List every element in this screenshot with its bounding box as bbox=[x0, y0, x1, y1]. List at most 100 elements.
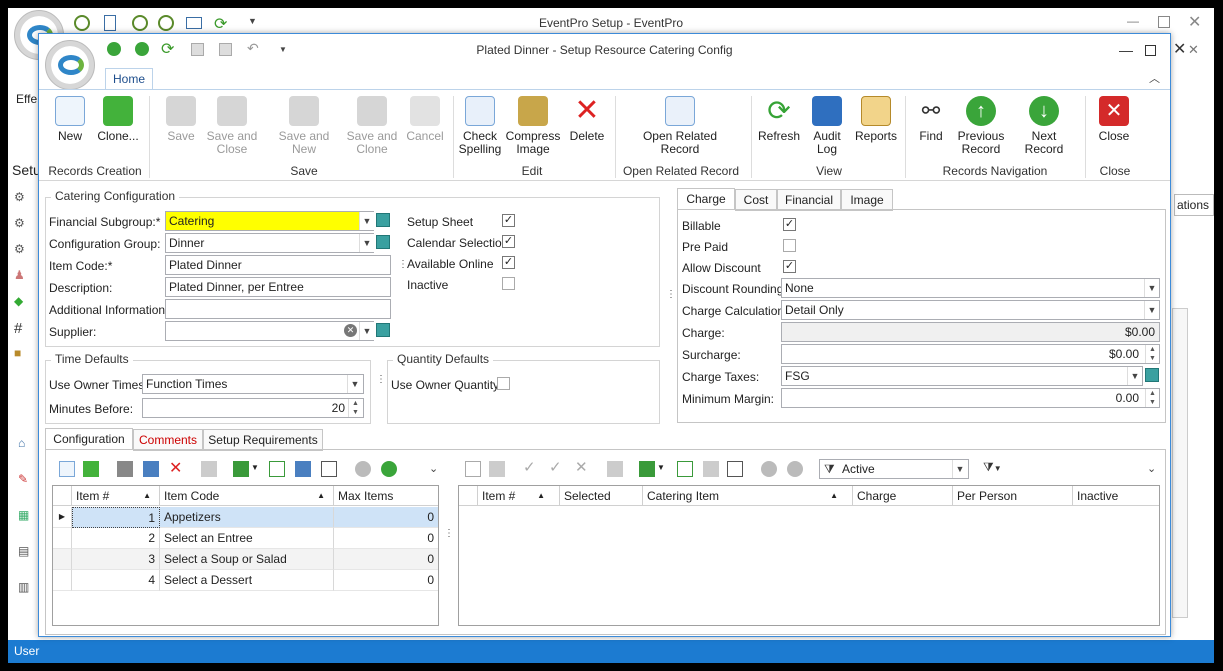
items-deselect-icon[interactable]: ✓ bbox=[549, 458, 562, 476]
item-code-field[interactable]: Plated Dinner bbox=[165, 255, 391, 275]
previous-record-button[interactable]: ↑ Previous Record bbox=[955, 96, 1007, 156]
qat-mail-icon[interactable] bbox=[186, 17, 202, 29]
grid-up-icon[interactable] bbox=[355, 461, 371, 477]
outer-side-icon-1[interactable]: ⚙ bbox=[14, 190, 25, 204]
tab-financial[interactable]: Financial bbox=[777, 189, 841, 211]
items-export-icon[interactable] bbox=[677, 461, 693, 477]
grid-clone-icon[interactable] bbox=[83, 461, 99, 477]
grid-columns-icon[interactable] bbox=[233, 461, 249, 477]
config-group-dropdown[interactable]: ▼ bbox=[359, 234, 374, 252]
tab-cost[interactable]: Cost bbox=[735, 189, 777, 211]
table-row[interactable]: 4 Select a Dessert 0 bbox=[53, 570, 438, 591]
qat-undo-icon[interactable]: ↶ bbox=[247, 40, 259, 57]
cancel-button[interactable]: Cancel bbox=[403, 96, 447, 143]
grid-print-icon[interactable] bbox=[201, 461, 217, 477]
column-header-item-code[interactable]: Item Code ▲ bbox=[160, 486, 334, 506]
use-owner-times-dropdown[interactable]: ▼ bbox=[347, 375, 362, 393]
outer-side-icon-4[interactable]: ♟ bbox=[14, 268, 25, 282]
items-delete-icon[interactable]: ✕ bbox=[575, 458, 588, 476]
table-row[interactable]: 2 Select an Entree 0 bbox=[53, 528, 438, 549]
grid-view-icon[interactable] bbox=[143, 461, 159, 477]
qat-down-icon[interactable] bbox=[135, 42, 149, 56]
items-layout-icon[interactable] bbox=[727, 461, 743, 477]
column-header-per-person[interactable]: Per Person bbox=[953, 486, 1073, 506]
qat-document-icon[interactable] bbox=[104, 15, 116, 31]
tab-charge[interactable]: Charge bbox=[677, 188, 735, 210]
charge-taxes-edit-icon[interactable] bbox=[1145, 368, 1159, 382]
surcharge-field[interactable]: $0.00 bbox=[781, 344, 1160, 364]
outer-truck-icon[interactable]: ▤ bbox=[18, 544, 29, 558]
supplier-field[interactable] bbox=[165, 321, 374, 341]
column-header-selected[interactable]: Selected bbox=[560, 486, 643, 506]
financial-subgroup-dropdown[interactable]: ▼ bbox=[359, 212, 374, 230]
save-button[interactable]: Save bbox=[159, 96, 203, 143]
items-new-icon[interactable] bbox=[465, 461, 481, 477]
financial-subgroup-field[interactable]: Catering bbox=[165, 211, 374, 231]
items-phone-icon[interactable] bbox=[703, 461, 719, 477]
qat-save-icon[interactable] bbox=[191, 43, 204, 56]
outer-minimize-button[interactable]: — bbox=[1126, 14, 1140, 28]
filter-dropdown[interactable]: ▼ bbox=[952, 460, 967, 478]
items-clone-icon[interactable] bbox=[489, 461, 505, 477]
maximize-button[interactable] bbox=[1145, 45, 1156, 56]
discount-rounding-field[interactable]: None bbox=[781, 278, 1160, 298]
outer-report-icon[interactable]: ▥ bbox=[18, 580, 29, 594]
compress-image-button[interactable]: Compress Image bbox=[505, 96, 561, 156]
column-header-charge[interactable]: Charge bbox=[853, 486, 953, 506]
table-row[interactable]: ▶ 1 Appetizers 0 bbox=[53, 507, 438, 528]
outer-hash-icon[interactable]: # bbox=[14, 320, 22, 337]
grid-layout-icon[interactable] bbox=[321, 461, 337, 477]
table-row[interactable]: 3 Select a Soup or Salad 0 bbox=[53, 549, 438, 570]
billable-checkbox[interactable]: ✓ bbox=[783, 218, 796, 231]
available-online-checkbox[interactable]: ✓ bbox=[502, 256, 515, 269]
surcharge-spinner[interactable]: ▲ ▼ bbox=[1145, 345, 1159, 363]
check-spelling-button[interactable]: Check Spelling bbox=[457, 96, 503, 156]
tab-comments[interactable]: Comments bbox=[133, 429, 203, 451]
additional-info-field[interactable] bbox=[165, 299, 391, 319]
save-and-new-button[interactable]: Save and New bbox=[265, 96, 343, 156]
qat-saveclose-icon[interactable] bbox=[219, 43, 232, 56]
items-print-icon[interactable] bbox=[607, 461, 623, 477]
qat-refresh2-icon[interactable]: ⟳ bbox=[161, 39, 174, 59]
splitter-handle-3[interactable]: ⋮ bbox=[666, 290, 676, 300]
outer-side-icon-3[interactable]: ⚙ bbox=[14, 242, 25, 256]
discount-rounding-dropdown[interactable]: ▼ bbox=[1144, 279, 1159, 297]
tab-configuration[interactable]: Configuration bbox=[45, 428, 133, 450]
use-owner-times-field[interactable]: Function Times bbox=[142, 374, 364, 394]
outer-pin-icon[interactable]: ✎ bbox=[18, 472, 28, 486]
setup-sheet-checkbox[interactable]: ✓ bbox=[502, 214, 515, 227]
items-more-icon[interactable]: ⌄ bbox=[1147, 462, 1156, 475]
items-columns-icon[interactable] bbox=[639, 461, 655, 477]
charge-taxes-field[interactable]: FSG bbox=[781, 366, 1143, 386]
next-record-button[interactable]: ↓ Next Record bbox=[1011, 96, 1077, 156]
minutes-before-field[interactable]: 20 bbox=[142, 398, 364, 418]
filter-select[interactable]: ⧩ Active bbox=[819, 459, 969, 479]
items-down-icon[interactable] bbox=[787, 461, 803, 477]
save-and-clone-button[interactable]: Save and Clone bbox=[345, 96, 399, 156]
calendar-selection-checkbox[interactable]: ✓ bbox=[502, 235, 515, 248]
grid-columns-dropdown[interactable]: ▼ bbox=[251, 463, 259, 472]
grid-more-icon[interactable]: ⌄ bbox=[429, 462, 438, 475]
ribbon-collapse-icon[interactable]: ︿ bbox=[1149, 70, 1160, 86]
close-button[interactable]: ✕ Close bbox=[1091, 96, 1137, 143]
grid-calc-icon[interactable] bbox=[117, 461, 133, 477]
minimum-margin-field[interactable]: 0.00 bbox=[781, 388, 1160, 408]
outer-close-button[interactable]: ✕ bbox=[1188, 12, 1201, 32]
supplier-edit-icon[interactable] bbox=[376, 323, 390, 337]
charge-taxes-dropdown[interactable]: ▼ bbox=[1127, 367, 1142, 385]
items-select-icon[interactable]: ✓ bbox=[523, 458, 536, 476]
splitter-handle-4[interactable]: ⋮ bbox=[444, 529, 454, 539]
minimize-button[interactable]: — bbox=[1119, 42, 1133, 58]
allow-discount-checkbox[interactable]: ✓ bbox=[783, 260, 796, 273]
reports-button[interactable]: Reports bbox=[853, 96, 899, 143]
qat-clock2-icon[interactable] bbox=[158, 15, 174, 31]
financial-subgroup-edit-icon[interactable] bbox=[376, 213, 390, 227]
grid-down-icon[interactable] bbox=[381, 461, 397, 477]
refresh-button[interactable]: ⟳ Refresh bbox=[757, 96, 801, 143]
charge-calculation-field[interactable]: Detail Only bbox=[781, 300, 1160, 320]
charge-calculation-dropdown[interactable]: ▼ bbox=[1144, 301, 1159, 319]
column-header-item-number[interactable]: Item # ▲ bbox=[72, 486, 160, 506]
grid-phone-icon[interactable] bbox=[295, 461, 311, 477]
supplier-clear-icon[interactable]: ✕ bbox=[344, 324, 357, 337]
config-group-field[interactable]: Dinner bbox=[165, 233, 374, 253]
